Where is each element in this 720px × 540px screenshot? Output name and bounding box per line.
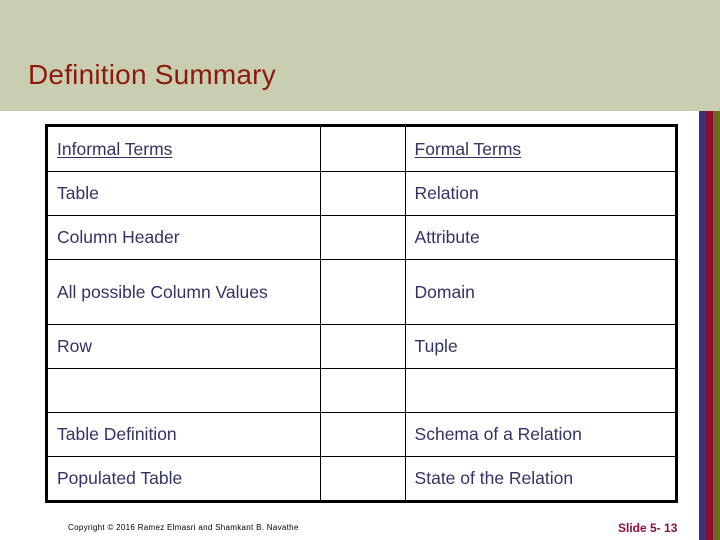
stripe-olive	[713, 111, 720, 540]
cell-text-informal: Row	[57, 336, 93, 356]
stripe-navy	[699, 111, 706, 540]
header-label-informal: Informal Terms	[57, 138, 173, 159]
cell-text-informal: Populated Table	[57, 468, 183, 488]
cell-formal: Tuple	[404, 324, 678, 369]
table-row: Column Header Attribute	[45, 215, 678, 260]
cell-text-formal: Domain	[414, 281, 475, 302]
cell-text-formal: State of the Relation	[414, 468, 574, 488]
table-header-gap	[320, 125, 406, 172]
table-row: Table Definition Schema of a Relation	[45, 412, 678, 457]
table-row: All possible Column Values Domain	[45, 259, 678, 325]
cell-text-formal: Attribute	[414, 227, 480, 247]
cell-text-informal: Table Definition	[57, 424, 177, 444]
cell-text-informal: Column Header	[57, 227, 180, 247]
cell-text-formal: Relation	[414, 183, 479, 203]
cell-gap	[320, 215, 406, 260]
cell-formal: Attribute	[404, 215, 678, 260]
slide-number: Slide 5- 13	[618, 521, 678, 535]
table-header-formal: Formal Terms	[404, 125, 678, 172]
cell-formal: Schema of a Relation	[404, 412, 678, 457]
cell-text-informal: All possible Column Values	[57, 281, 268, 302]
cell-gap	[320, 259, 406, 325]
cell-formal	[404, 368, 678, 413]
cell-formal: State of the Relation	[404, 456, 678, 502]
table-header-informal: Informal Terms	[45, 125, 322, 172]
cell-formal: Relation	[404, 171, 678, 216]
cell-gap	[320, 324, 406, 369]
slide-canvas: Definition Summary Informal Terms Formal…	[0, 0, 720, 540]
cell-text-formal: Tuple	[414, 336, 458, 356]
table-row: Row Tuple	[45, 324, 678, 369]
cell-gap	[320, 368, 406, 413]
cell-informal: Column Header	[45, 215, 322, 260]
cell-informal: Populated Table	[45, 456, 322, 502]
copyright-notice: Copyright © 2016 Ramez Elmasri and Shamk…	[68, 523, 299, 532]
cell-gap	[320, 456, 406, 502]
cell-gap	[320, 412, 406, 457]
header-label-formal: Formal Terms	[414, 138, 522, 159]
decorative-edge-stripes	[699, 111, 720, 540]
stripe-maroon	[706, 111, 713, 540]
cell-informal: All possible Column Values	[45, 259, 322, 325]
table-row-empty	[45, 368, 678, 413]
cell-gap	[320, 171, 406, 216]
cell-informal: Row	[45, 324, 322, 369]
title-band: Definition Summary	[0, 0, 720, 111]
table-header-row: Informal Terms Formal Terms	[45, 125, 678, 172]
table-row: Table Relation	[45, 171, 678, 216]
definition-summary-table: Informal Terms Formal Terms Table Relati…	[45, 124, 678, 503]
cell-informal	[45, 368, 322, 413]
cell-text-informal: Table	[57, 183, 99, 203]
cell-formal: Domain	[404, 259, 678, 325]
cell-informal: Table Definition	[45, 412, 322, 457]
table-row: Populated Table State of the Relation	[45, 456, 678, 502]
cell-text-formal: Schema of a Relation	[414, 424, 582, 444]
page-title: Definition Summary	[28, 59, 276, 90]
cell-informal: Table	[45, 171, 322, 216]
